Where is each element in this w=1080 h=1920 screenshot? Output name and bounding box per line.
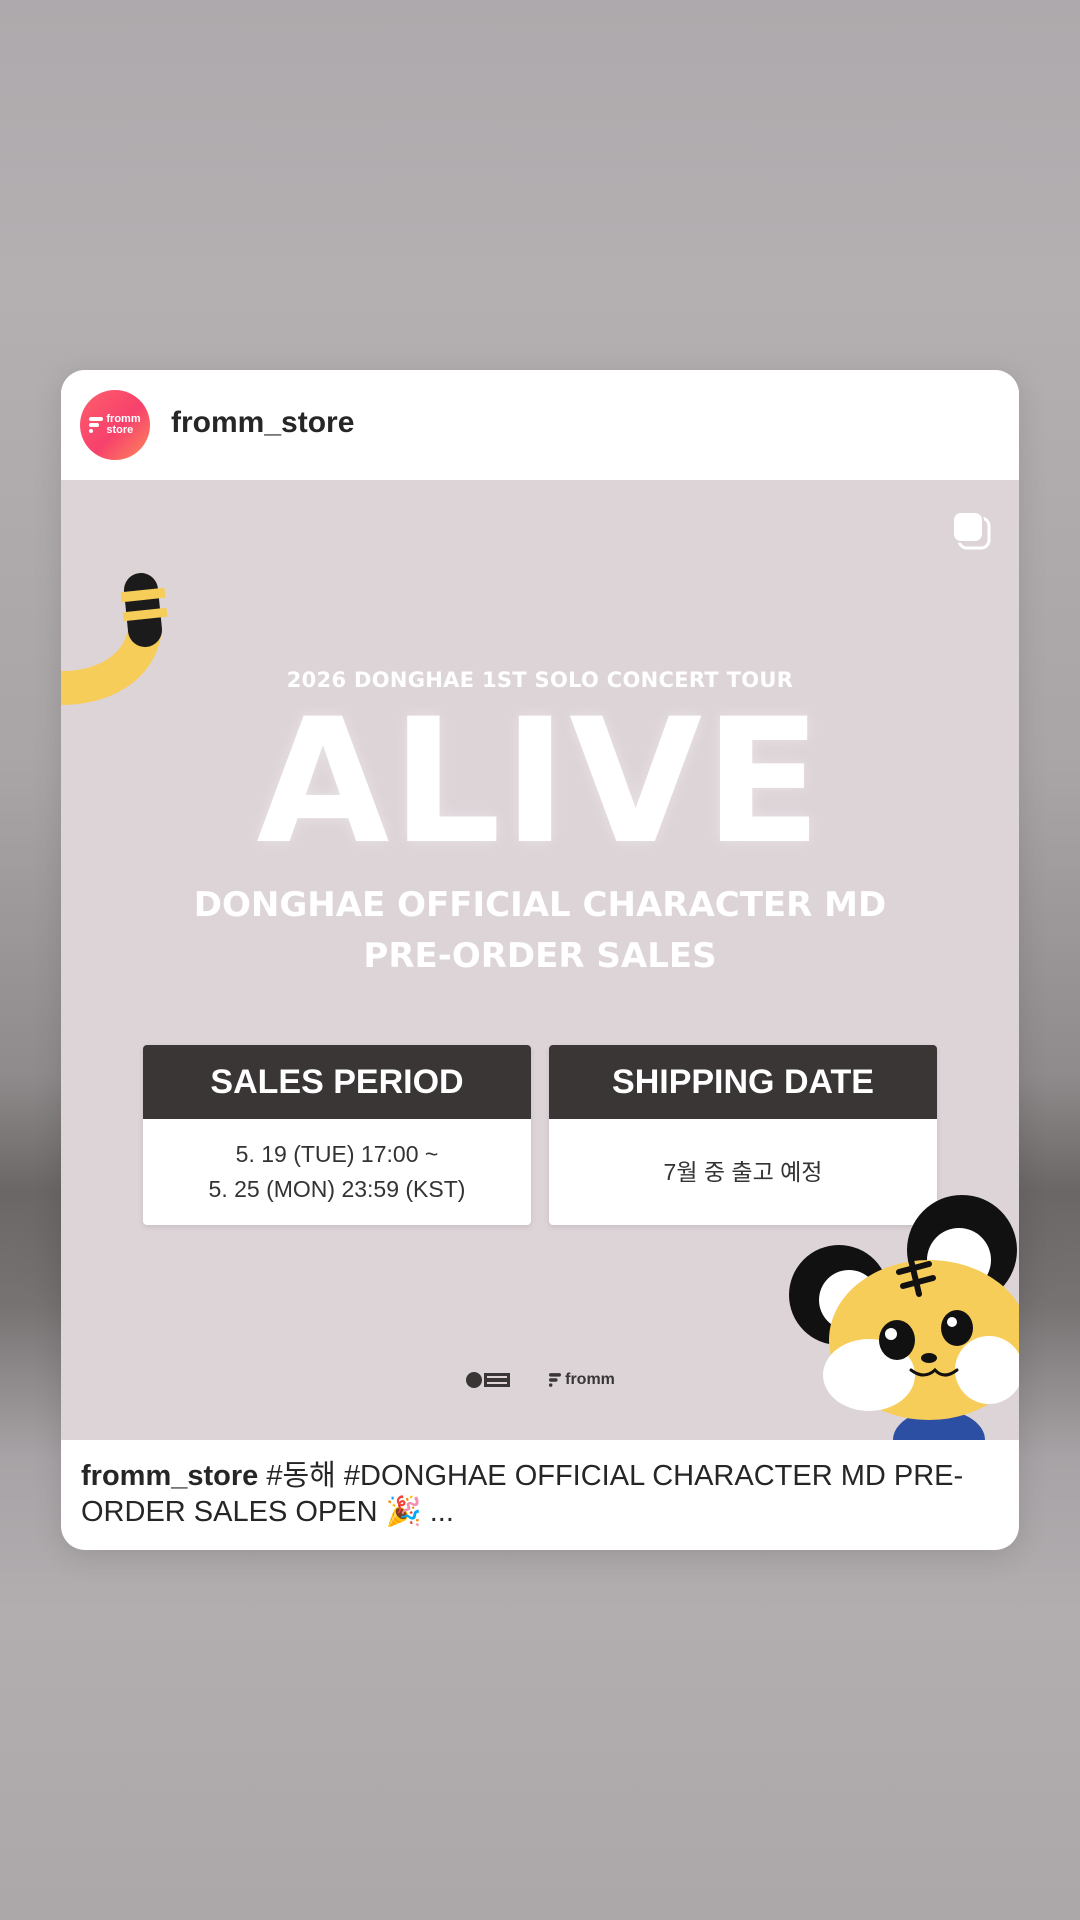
sales-period-box: SALES PERIOD 5. 19 (TUE) 17:00 ~ 5. 25 (… — [143, 1045, 531, 1225]
sales-period-body: 5. 19 (TUE) 17:00 ~ 5. 25 (MON) 23:59 (K… — [143, 1119, 531, 1225]
post-username[interactable]: fromm_store — [171, 406, 354, 440]
shipping-date-text: 7월 중 출고 예정 — [663, 1158, 823, 1185]
shared-post-card[interactable]: fromm store fromm_store 2026 DONGHAE 1ST… — [61, 370, 1019, 1550]
caption-username[interactable]: fromm_store — [81, 1460, 258, 1492]
shipping-date-heading: SHIPPING DATE — [549, 1045, 937, 1119]
sales-period-start: 5. 19 (TUE) 17:00 ~ — [235, 1141, 439, 1167]
tiger-character-illustration — [789, 1195, 1019, 1440]
fromm-logo-text: fromm — [565, 1371, 615, 1388]
fromm-logo-icon — [549, 1373, 562, 1387]
ode-logo — [465, 1370, 511, 1390]
avatar-logo-text: fromm store — [106, 413, 141, 436]
fromm-logo: fromm — [549, 1371, 615, 1389]
post-caption[interactable]: fromm_store #동해 #DONGHAE OFFICIAL CHARAC… — [81, 1458, 999, 1530]
fromm-store-logo: fromm store — [89, 413, 141, 436]
fromm-f-icon — [89, 417, 104, 433]
avatar[interactable]: fromm store — [80, 390, 150, 460]
ode-logo-mark — [466, 1372, 511, 1388]
post-image[interactable]: 2026 DONGHAE 1ST SOLO CONCERT TOUR ALIVE… — [61, 480, 1019, 1440]
post-header[interactable]: fromm store fromm_store — [61, 370, 1019, 480]
sales-period-heading: SALES PERIOD — [143, 1045, 531, 1119]
sales-period-end: 5. 25 (MON) 23:59 (KST) — [208, 1176, 466, 1202]
subtitle-line-2: PRE-ORDER SALES — [363, 936, 717, 976]
subtitle-line-1: DONGHAE OFFICIAL CHARACTER MD — [193, 885, 887, 925]
square-stack-icon — [952, 511, 991, 550]
md-subtitle: DONGHAE OFFICIAL CHARACTER MD PRE-ORDER … — [61, 880, 1019, 982]
alive-title: ALIVE — [256, 681, 824, 882]
